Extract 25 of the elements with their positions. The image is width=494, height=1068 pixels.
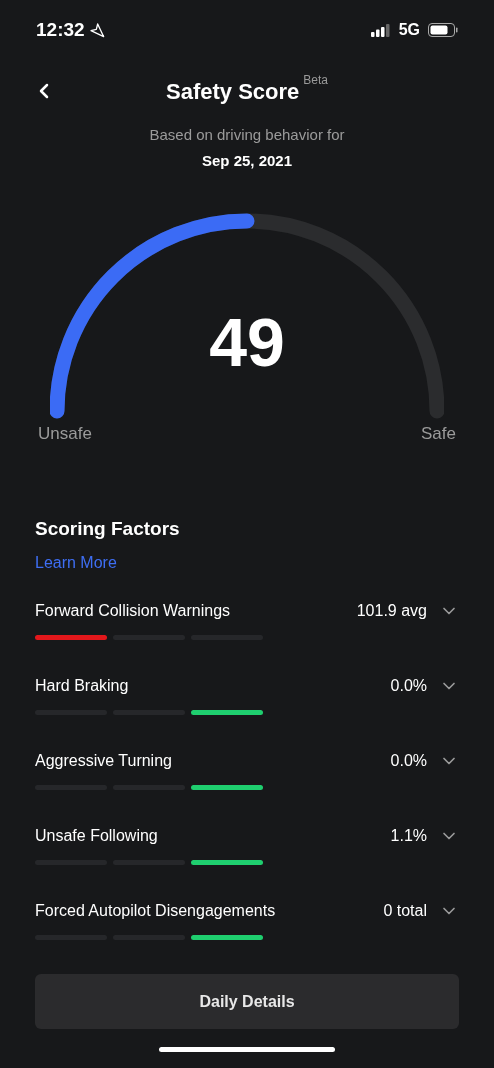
section-title: Scoring Factors (35, 516, 181, 541)
score-value: 49 (209, 308, 285, 376)
subtitle-text: Based on driving behavior for (149, 125, 345, 145)
factor-value: 0.0% (390, 751, 427, 771)
factor-value: 101.9 avg (356, 601, 427, 621)
daily-details-button[interactable]: Daily Details (35, 974, 459, 1029)
signal-icon (370, 23, 391, 37)
factor-name: Unsafe Following (35, 826, 158, 846)
page-title: Safety Score (166, 77, 300, 106)
max-label: Safe (421, 423, 456, 445)
factor-value: 0.0% (390, 676, 427, 696)
factor-value: 0 total (383, 901, 427, 921)
factor-value: 1.1% (390, 826, 427, 846)
beta-label: Beta (303, 71, 328, 89)
network-label: 5G (398, 20, 420, 40)
min-label: Unsafe (38, 423, 92, 445)
battery-icon (428, 23, 458, 37)
factor-name: Forward Collision Warnings (35, 601, 231, 621)
learn-more-link[interactable]: Learn More (35, 551, 459, 575)
clock-time: 12:32 (36, 17, 85, 42)
factor-name: Forced Autopilot Disengagements (35, 901, 276, 921)
factor-name: Hard Braking (35, 676, 129, 696)
date-text: Sep 25, 2021 (201, 150, 293, 171)
location-icon (88, 22, 105, 38)
factor-name: Aggressive Turning (35, 751, 172, 771)
